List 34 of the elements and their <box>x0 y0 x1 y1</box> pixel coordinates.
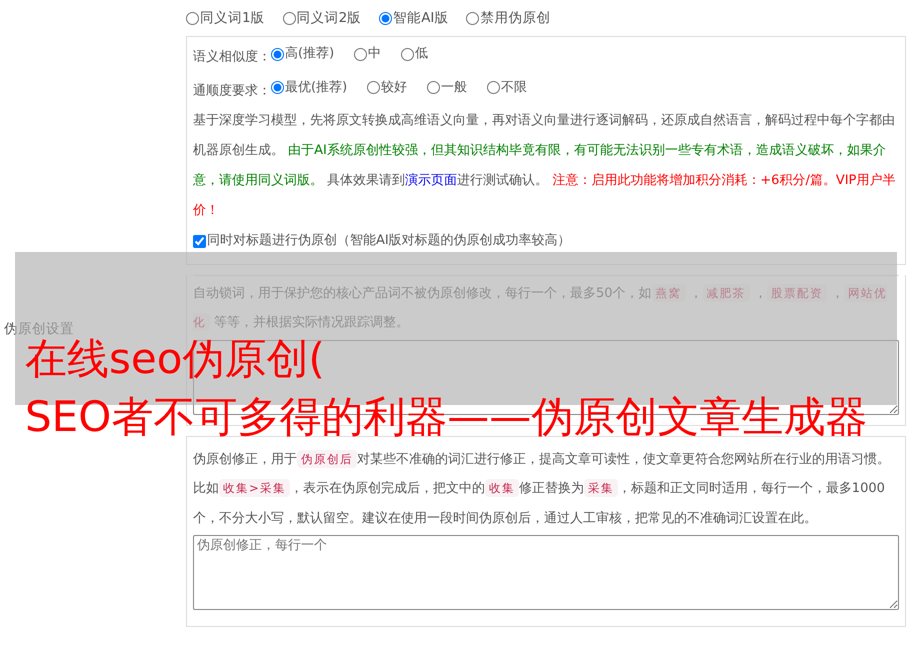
banner-title: SEO者不可多得的利器——伪原创文章生成器 <box>25 394 868 440</box>
option-label[interactable]: 较好 <box>381 72 408 102</box>
option-label[interactable]: 低 <box>415 39 428 69</box>
option-label[interactable]: 高(推荐) <box>285 39 334 69</box>
checkbox-label[interactable]: 同时对标题进行伪原创（智能AI版对标题的伪原创成功率较高） <box>207 226 571 256</box>
correction-field[interactable]: 伪原创修正，每行一个 <box>193 535 899 610</box>
option-label[interactable]: 不限 <box>501 72 528 102</box>
radio-button[interactable] <box>367 81 380 94</box>
ai-description: 基于深度学习模型，先将原文转换成高维语义向量，再对语义向量进行逐词解码，还原成自然语言，解码过程中每个字都由机器原创生成。 由于AI系统原创性较强，但其知识结构毕竟有限，有可能无法识别一些专有术语，造成语义破坏，如果介意，请使用同义词版。 具体效果请到演示页面进行测试确认。 注意：启用此功能将增加积分消耗：+6积分/篇。VIP用户半价！ <box>193 112 896 220</box>
demo-page-link[interactable]: 演示页面 <box>405 173 458 188</box>
option-label[interactable]: 同义词2版 <box>296 8 362 28</box>
option-label[interactable]: 一般 <box>441 72 468 102</box>
radio-button[interactable] <box>271 81 284 94</box>
radio-button[interactable] <box>401 48 414 60</box>
option-label[interactable]: 最优(推荐) <box>285 72 348 102</box>
correction-description: 伪原创修正，用于 伪原创后 对某些不准确的词汇进行修正，提高文章可读性，使文章更符合您网站所在行业的用语习惯。比如 收集>采集 ，表示在伪原创完成后，把文中的 收集 修正替换为 采集 ，标题和正文同时适用，每行一个，最多1000个，不分大小写，默认留空。建议在使用一段时间伪原创后，通过人工审核，把常见的不准确词汇设置在此。 <box>193 448 891 528</box>
radio-button[interactable] <box>466 12 480 24</box>
checkbox[interactable] <box>193 234 206 248</box>
section-label: 伪原创设置 <box>4 320 74 338</box>
option-label[interactable]: 中 <box>368 39 382 69</box>
setting-label: 语义相似度： <box>193 50 271 64</box>
option-label[interactable]: 智能AI版 <box>393 8 448 28</box>
radio-button[interactable] <box>186 12 199 24</box>
radio-button[interactable] <box>487 81 500 94</box>
radio-button[interactable] <box>379 12 392 24</box>
option-label[interactable]: 同义词1版 <box>200 8 265 28</box>
radio-button[interactable] <box>282 12 296 24</box>
radio-button[interactable] <box>427 81 440 94</box>
lock-words-description: 自动锁词，用于保护您的核心产品词不被伪原创修改，每行一个，最多50个，如 燕窝 ， 减肥茶 ， 股票配资 ， 网站优化 等等，并根据实际情况跟踪调整。 <box>193 282 888 333</box>
radio-button[interactable] <box>354 48 368 60</box>
option-label[interactable]: 禁用伪原创 <box>480 8 550 28</box>
banner-title: 在线seo伪原创( <box>25 336 325 382</box>
setting-label: 通顺度要求： <box>193 83 271 98</box>
radio-button[interactable] <box>271 48 284 60</box>
